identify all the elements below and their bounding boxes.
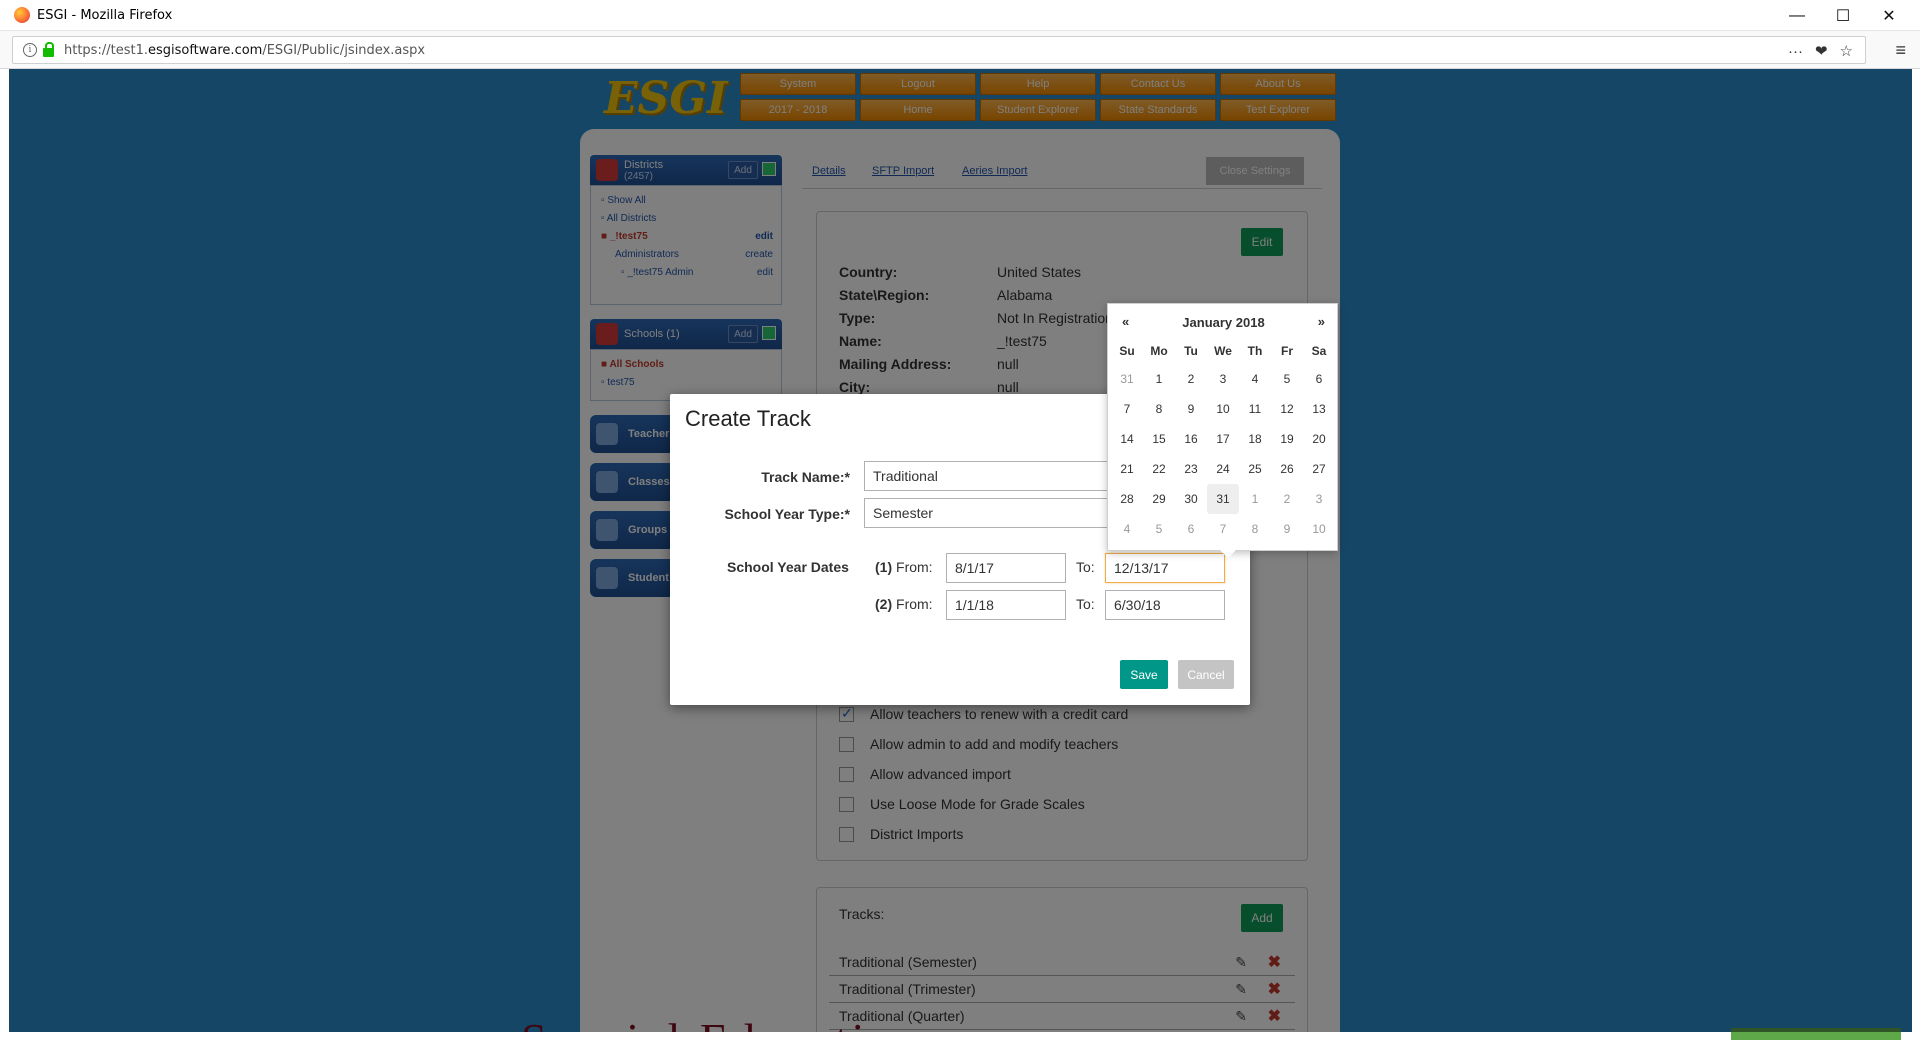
calendar-day[interactable]: 5 (1271, 364, 1303, 394)
calendar-day[interactable]: 7 (1111, 394, 1143, 424)
maximize-button[interactable]: ☐ (1820, 0, 1866, 31)
weekday-header: Tu (1184, 344, 1198, 358)
datepicker: « January 2018 » Su Mo Tu We Th Fr Sa 31 1 2 3 4 5 6 7… (1107, 303, 1339, 558)
calendar-day[interactable]: 24 (1207, 454, 1239, 484)
calendar-day[interactable]: 23 (1175, 454, 1207, 484)
calendar-day[interactable]: 6 (1303, 364, 1335, 394)
window-titlebar: ESGI - Mozilla Firefox — ☐ ✕ (0, 0, 1920, 31)
calendar-day[interactable]: 8 (1239, 514, 1271, 544)
calendar-day[interactable]: 29 (1143, 484, 1175, 514)
calendar-day[interactable]: 10 (1207, 394, 1239, 424)
dialog-title: Create Track (685, 406, 811, 431)
calendar-day[interactable]: 28 (1111, 484, 1143, 514)
weekday-header: We (1214, 344, 1232, 358)
calendar-day[interactable]: 4 (1239, 364, 1271, 394)
school-year-type-select[interactable]: Semester (864, 498, 1114, 528)
hamburger-menu-icon[interactable]: ≡ (1895, 40, 1906, 61)
calendar-day[interactable]: 5 (1143, 514, 1175, 544)
calendar-day[interactable]: 22 (1143, 454, 1175, 484)
calendar-day[interactable]: 21 (1111, 454, 1143, 484)
window-edge (1912, 69, 1920, 1040)
weekday-header: Th (1247, 344, 1263, 358)
calendar-day[interactable]: 13 (1303, 394, 1335, 424)
track-name-input[interactable]: Traditional (864, 461, 1114, 491)
calendar-day[interactable]: 20 (1303, 424, 1335, 454)
period-1-from-input[interactable]: 8/1/17 (946, 553, 1066, 583)
url-text[interactable]: https://test1.esgisoftware.com/ESGI/Publ… (64, 43, 425, 58)
period-1-to-label: To: (1076, 559, 1095, 575)
calendar-day[interactable]: 26 (1271, 454, 1303, 484)
calendar-day[interactable]: 1 (1239, 484, 1271, 514)
calendar-day[interactable]: 3 (1207, 364, 1239, 394)
lock-icon (43, 41, 54, 57)
weekday-header: Su (1119, 344, 1135, 358)
cancel-button[interactable]: Cancel (1178, 660, 1234, 689)
calendar-day[interactable]: 4 (1111, 514, 1143, 544)
period-2-to-input[interactable]: 6/30/18 (1105, 590, 1225, 620)
calendar-day[interactable]: 2 (1175, 364, 1207, 394)
calendar-day[interactable]: 30 (1175, 484, 1207, 514)
weekday-header: Fr (1281, 344, 1293, 358)
period-2-to-label: To: (1076, 596, 1095, 612)
calendar-day[interactable]: 1 (1143, 364, 1175, 394)
calendar-day[interactable]: 25 (1239, 454, 1271, 484)
window-title: ESGI - Mozilla Firefox (37, 7, 173, 23)
close-window-button[interactable]: ✕ (1866, 0, 1912, 31)
firefox-logo-icon (14, 7, 30, 23)
calendar-day[interactable]: 15 (1143, 424, 1175, 454)
calendar-day[interactable]: 3 (1303, 484, 1335, 514)
datepicker-grid: Su Mo Tu We Th Fr Sa 31 1 2 3 4 5 6 7 8 9 10 11 12 13 14 15 16 1… (1111, 338, 1335, 544)
bookmark-star-icon[interactable]: ☆ (1840, 42, 1853, 60)
calendar-day[interactable]: 16 (1175, 424, 1207, 454)
calendar-day[interactable]: 14 (1111, 424, 1143, 454)
period-1-from-label: (1) From: (875, 559, 933, 575)
datepicker-header: « January 2018 » (1108, 312, 1339, 336)
calendar-day[interactable]: 9 (1271, 514, 1303, 544)
site-info-icon[interactable]: i (23, 43, 37, 57)
calendar-day[interactable]: 18 (1239, 424, 1271, 454)
school-year-dates-label: School Year Dates (727, 559, 849, 575)
period-2-from-input[interactable]: 1/1/18 (946, 590, 1066, 620)
save-button[interactable]: Save (1120, 660, 1168, 689)
calendar-day[interactable]: 9 (1175, 394, 1207, 424)
calendar-day[interactable]: 17 (1207, 424, 1239, 454)
calendar-day[interactable]: 6 (1175, 514, 1207, 544)
navigation-toolbar: i https://test1.esgisoftware.com/ESGI/Pu… (0, 31, 1920, 69)
school-year-type-label: School Year Type:* (724, 506, 850, 522)
page-actions-icon[interactable]: ··· (1788, 43, 1803, 60)
calendar-day[interactable]: 27 (1303, 454, 1335, 484)
minimize-button[interactable]: — (1774, 0, 1820, 31)
weekday-header: Mo (1150, 344, 1168, 358)
next-month-button[interactable]: » (1318, 314, 1325, 329)
url-bar[interactable]: i https://test1.esgisoftware.com/ESGI/Pu… (12, 36, 1866, 64)
period-2-from-label: (2) From: (875, 596, 933, 612)
weekday-header: Sa (1311, 344, 1327, 358)
calendar-day[interactable]: 31 (1207, 484, 1239, 514)
calendar-day[interactable]: 2 (1271, 484, 1303, 514)
track-name-label: Track Name:* (761, 469, 850, 485)
calendar-day[interactable]: 10 (1303, 514, 1335, 544)
calendar-day[interactable]: 31 (1111, 364, 1143, 394)
period-1-to-input[interactable]: 12/13/17 (1105, 553, 1225, 583)
pocket-icon[interactable]: ❤ (1815, 42, 1828, 60)
datepicker-month-title[interactable]: January 2018 (1108, 315, 1339, 330)
calendar-day[interactable]: 8 (1143, 394, 1175, 424)
calendar-day[interactable]: 12 (1271, 394, 1303, 424)
calendar-day[interactable]: 11 (1239, 394, 1271, 424)
calendar-day[interactable]: 19 (1271, 424, 1303, 454)
calendar-day[interactable]: 7 (1207, 514, 1239, 544)
